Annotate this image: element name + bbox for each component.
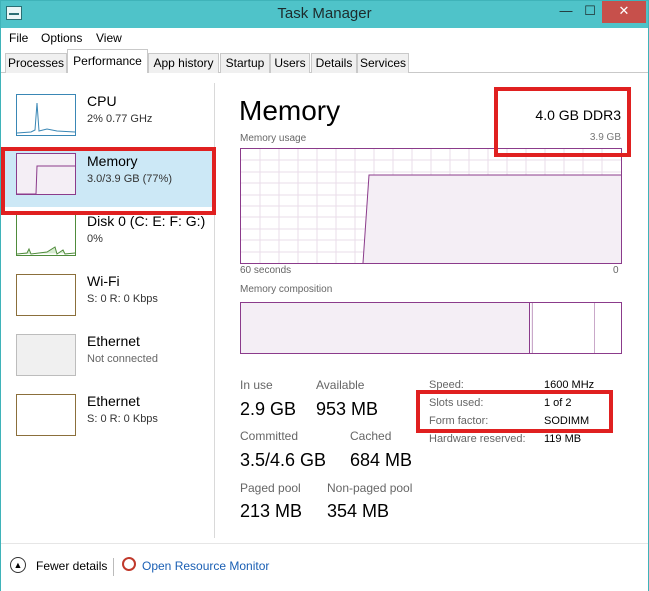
memory-composition-label: Memory composition: [240, 284, 333, 295]
sidebar-item-detail: 2% 0.77 GHz: [87, 113, 153, 125]
chevron-up-icon[interactable]: ▲: [10, 557, 26, 573]
composition-standby: [594, 303, 595, 353]
tab-details[interactable]: Details: [311, 53, 357, 73]
title-bar[interactable]: Task Manager — ☐ ✕: [1, 1, 648, 28]
sidebar-item-label: Ethernet: [87, 393, 140, 409]
memory-composition-bar[interactable]: [240, 302, 622, 354]
axis-right-label: 0: [613, 265, 619, 276]
committed-label: Committed: [240, 429, 299, 443]
sidebar-item-detail: S: 0 R: 0 Kbps: [87, 293, 158, 305]
sidebar-item-ethernet-1[interactable]: Ethernet Not connected: [1, 329, 213, 387]
sidebar-item-cpu[interactable]: CPU 2% 0.77 GHz: [1, 89, 213, 147]
composition-in-use: [241, 303, 530, 353]
disk-thumbnail-graph: [16, 214, 76, 256]
sidebar-item-detail: Not connected: [87, 353, 158, 365]
maximize-button[interactable]: ☐: [578, 1, 602, 23]
footer-separator: [113, 558, 114, 576]
task-manager-window: Task Manager — ☐ ✕ File Options View Pro…: [0, 0, 649, 591]
sidebar-item-ethernet-2[interactable]: Ethernet S: 0 R: 0 Kbps: [1, 389, 213, 447]
menu-options[interactable]: Options: [41, 31, 82, 45]
nonpaged-pool-value: 354 MB: [327, 501, 390, 521]
window-title: Task Manager: [277, 5, 372, 22]
cached-label: Cached: [350, 429, 392, 443]
wifi-thumbnail-graph: [16, 274, 76, 316]
available-value: 953 MB: [316, 399, 379, 419]
menu-file[interactable]: File: [9, 31, 28, 45]
tab-users[interactable]: Users: [270, 53, 310, 73]
disk-sparkline: [16, 246, 76, 255]
close-button[interactable]: ✕: [602, 1, 646, 23]
sidebar-item-detail: 0%: [87, 233, 103, 245]
in-use-label: In use: [240, 378, 273, 392]
page-title: Memory: [239, 95, 341, 126]
paged-pool-value: 213 MB: [240, 501, 303, 521]
sidebar-item-label: CPU: [87, 93, 117, 109]
tab-performance[interactable]: Performance: [67, 49, 148, 74]
menu-view[interactable]: View: [96, 31, 122, 45]
minimize-button[interactable]: —: [554, 1, 578, 23]
footer: ▲ Fewer details Open Resource Monitor: [1, 543, 648, 591]
available-label: Available: [316, 378, 365, 392]
ethernet-thumbnail-graph: [16, 334, 76, 376]
paged-pool-label: Paged pool: [240, 481, 301, 495]
memory-usage-graph: [240, 148, 622, 264]
sidebar-item-label: Disk 0 (C: E: F: G:): [87, 213, 206, 229]
open-resource-monitor-link[interactable]: Open Resource Monitor: [142, 559, 269, 573]
sidebar-item-detail: S: 0 R: 0 Kbps: [87, 413, 158, 425]
memory-usage-chart: [241, 149, 621, 264]
tab-startup[interactable]: Startup: [220, 53, 270, 73]
resource-monitor-icon[interactable]: [122, 557, 136, 571]
memory-usage-label: Memory usage: [240, 133, 307, 144]
highlight-box-memory: [1, 147, 216, 215]
cpu-sparkline: [16, 102, 76, 134]
ethernet-thumbnail-graph: [16, 394, 76, 436]
committed-value: 3.5/4.6 GB: [240, 450, 327, 470]
highlight-box-slots: [416, 390, 613, 433]
tab-strip: Processes Performance App history Startu…: [1, 48, 648, 74]
fewer-details-link[interactable]: Fewer details: [36, 559, 107, 573]
axis-left-label: 60 seconds: [240, 265, 292, 276]
composition-modified: [531, 303, 533, 353]
tab-app-history[interactable]: App history: [148, 53, 219, 73]
menu-bar: File Options View: [1, 28, 648, 48]
tab-services[interactable]: Services: [357, 53, 409, 73]
highlight-box-spec: [494, 87, 631, 157]
tab-processes[interactable]: Processes: [5, 53, 67, 73]
sidebar-item-label: Wi-Fi: [87, 273, 120, 289]
nonpaged-pool-label: Non-paged pool: [327, 481, 413, 495]
hardware-reserved-value: 119 MB: [544, 433, 582, 445]
in-use-value: 2.9 GB: [240, 399, 297, 419]
sidebar-item-label: Ethernet: [87, 333, 140, 349]
cached-value: 684 MB: [350, 450, 413, 470]
sidebar-item-wifi[interactable]: Wi-Fi S: 0 R: 0 Kbps: [1, 269, 213, 327]
sidebar-item-disk[interactable]: Disk 0 (C: E: F: G:) 0%: [1, 209, 213, 267]
cpu-thumbnail-graph: [16, 94, 76, 136]
hardware-reserved-label: Hardware reserved:: [429, 433, 526, 445]
